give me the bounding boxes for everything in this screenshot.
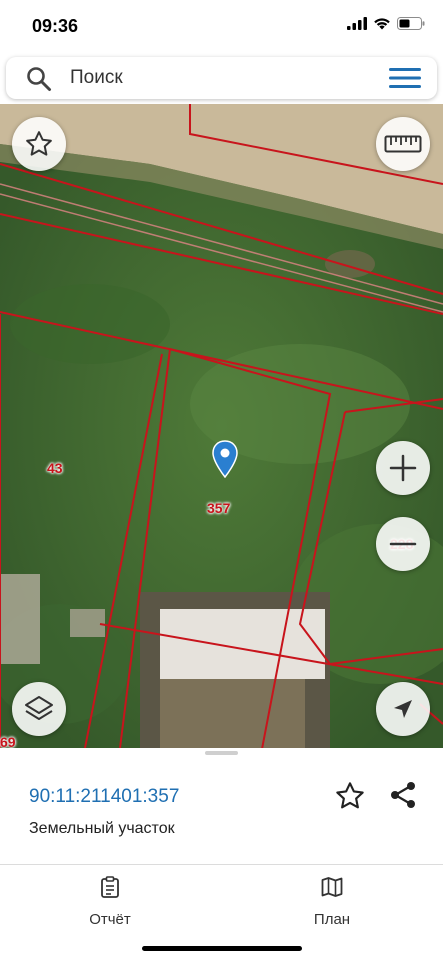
map-imagery [0,104,443,748]
object-type: Земельный участок [29,820,175,837]
home-indicator[interactable] [142,946,302,951]
location-arrow-icon [394,700,412,718]
cellular-signal-icon [347,17,367,30]
star-icon[interactable] [334,780,366,812]
map-plan-icon [321,877,343,897]
satellite-map[interactable]: 43 357 228 69 [0,104,443,748]
zoom-in-button[interactable] [376,441,430,495]
plus-icon [389,454,417,482]
share-icon[interactable] [389,781,417,809]
tab-report-label: Отчёт [89,911,131,928]
parcel-label[interactable]: 69 [0,734,16,748]
zoom-out-button[interactable] [376,517,430,571]
layers-button[interactable] [12,682,66,736]
favorites-button[interactable] [12,117,66,171]
tab-plan[interactable]: План [287,876,377,928]
star-icon [26,131,52,156]
tab-plan-label: План [313,911,351,928]
layers-icon [25,696,53,720]
map-pin-icon[interactable] [212,440,238,478]
object-sheet: 90:11:211401:357 Земельный участок Отчёт… [0,748,443,960]
ruler-icon [384,135,422,153]
hamburger-menu-icon[interactable] [389,67,421,89]
cadastral-number[interactable]: 90:11:211401:357 [29,786,179,808]
parcel-label[interactable]: 43 [47,460,63,476]
parcel-label-selected[interactable]: 357 [207,500,230,516]
tab-report[interactable]: Отчёт [65,876,155,928]
status-bar: 09:36 [0,0,443,52]
report-clipboard-icon [101,876,119,898]
wifi-icon [374,18,390,30]
my-location-button[interactable] [376,682,430,736]
ruler-button[interactable] [376,117,430,171]
search-icon [27,67,51,91]
status-time: 09:36 [32,16,79,36]
system-indicators [347,17,425,30]
minus-icon [389,542,417,546]
sheet-drag-handle[interactable] [205,751,238,755]
search-input[interactable]: Поиск [70,67,123,89]
search-bar[interactable]: Поиск [6,57,437,99]
battery-icon [397,17,425,30]
divider [0,864,443,865]
